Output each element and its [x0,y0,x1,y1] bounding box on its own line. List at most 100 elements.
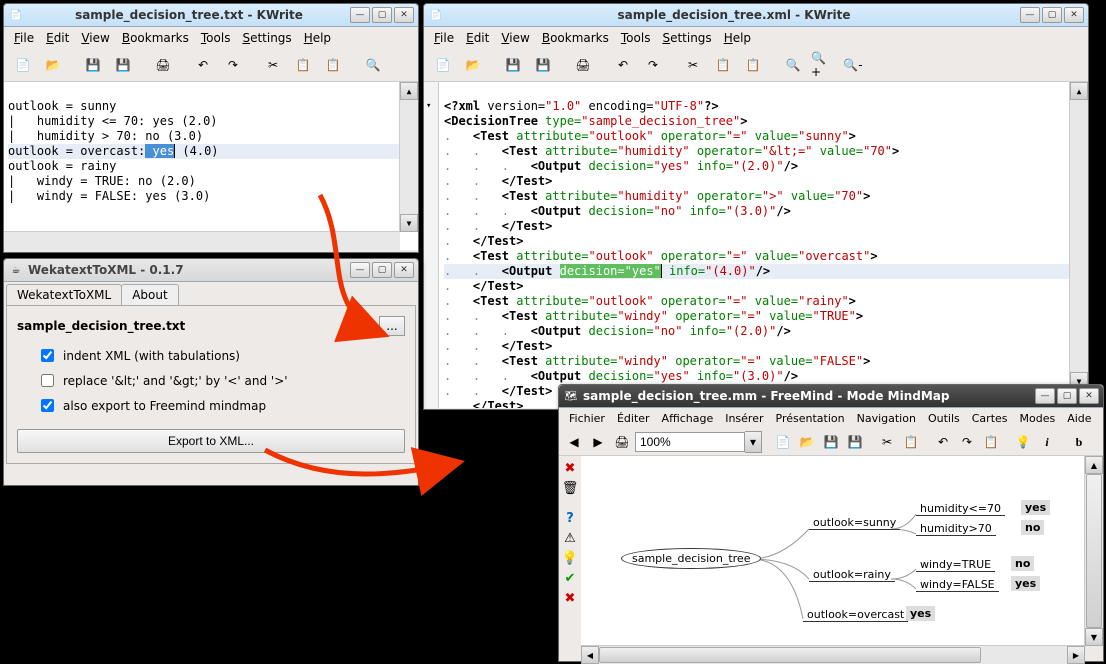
menu-outils[interactable]: Outils [922,410,966,427]
minimize-button[interactable]: — [1035,388,1055,404]
scroll-down-icon[interactable]: ▼ [1085,628,1103,646]
menu-presentation[interactable]: Présentation [770,410,851,427]
mindmap-node-windy-true[interactable]: windy=TRUE [916,558,995,572]
delete-icon[interactable]: ✖ [562,460,578,476]
print-icon[interactable]: 🖨 [570,52,596,78]
checkbox-replace[interactable] [41,374,54,387]
new-file-icon[interactable]: 📄 [430,52,456,78]
paste-icon[interactable]: 📋 [980,431,1002,453]
save-icon[interactable]: 💾 [820,431,842,453]
help-icon[interactable]: ? [562,510,578,526]
mindmap-leaf-yes[interactable]: yes [1021,500,1050,515]
zoom-input[interactable] [635,432,745,452]
mindmap-node-rainy[interactable]: outlook=rainy [809,568,895,582]
mindmap-node-humidity-le70[interactable]: humidity<=70 [916,502,1005,516]
kwrite-txt-editor[interactable]: outlook = sunny | humidity <= 70: yes (2… [4,82,418,250]
undo-icon[interactable]: ↶ [610,52,636,78]
nav-prev-icon[interactable]: ◀ [563,431,585,453]
maximize-button[interactable]: ▢ [1057,388,1077,404]
redo-icon[interactable]: ↷ [956,431,978,453]
option-freemind[interactable]: also export to Freemind mindmap [37,396,405,415]
menu-help[interactable]: Help [718,29,757,47]
freemind-titlebar[interactable]: 🗺 sample_decision_tree.mm - FreeMind - M… [559,385,1103,408]
paste-icon[interactable]: 📋 [740,52,766,78]
cut-icon[interactable]: ✂ [680,52,706,78]
mindmap-canvas[interactable]: sample_decision_tree outlook=sunny outlo… [581,456,1085,646]
converter-titlebar[interactable]: ☕ WekatextToXML - 0.1.7 — ▢ ✕ [4,259,418,282]
redo-icon[interactable]: ↷ [640,52,666,78]
check-icon[interactable]: ✔ [562,570,578,586]
print-icon[interactable]: 🖨 [150,52,176,78]
menu-settings[interactable]: Settings [656,29,717,47]
menu-inserer[interactable]: Insérer [719,410,769,427]
kwrite-xml-titlebar[interactable]: 📄 sample_decision_tree.xml - KWrite — ▢ … [424,4,1088,27]
maximize-button[interactable]: ▢ [1042,7,1062,23]
menu-view[interactable]: View [75,29,115,47]
scrollbar-vertical[interactable]: ▲ ▼ [1084,456,1103,646]
scroll-thumb[interactable] [1086,474,1102,628]
cut-icon[interactable]: ✂ [260,52,286,78]
menu-tools[interactable]: Tools [195,29,237,47]
scrollbar-vertical[interactable]: ▲ ▼ [399,82,418,232]
paste-icon[interactable]: 📋 [320,52,346,78]
minimize-button[interactable]: — [350,262,370,278]
copy-icon[interactable]: 📋 [290,52,316,78]
mindmap-leaf-no[interactable]: no [1021,520,1044,535]
menu-modes[interactable]: Modes [1014,410,1062,427]
save-as-icon[interactable]: 💾 [844,431,866,453]
italic-icon[interactable]: i [1036,431,1058,453]
print-icon[interactable]: 🖨 [611,431,633,453]
menu-help[interactable]: Help [298,29,337,47]
mindmap-leaf-yes[interactable]: yes [906,606,935,621]
mindmap-leaf-no[interactable]: no [1011,556,1034,571]
scroll-up-icon[interactable]: ▲ [1070,82,1088,100]
idea-icon[interactable]: 💡 [562,550,578,566]
open-file-icon[interactable]: 📂 [460,52,486,78]
scrollbar-vertical[interactable]: ▲ ▼ [1069,82,1088,390]
menu-aide[interactable]: Aide [1061,410,1097,427]
save-icon[interactable]: 💾 [500,52,526,78]
mindmap-leaf-yes[interactable]: yes [1011,576,1040,591]
mindmap-node-humidity-gt70[interactable]: humidity>70 [916,522,996,536]
mindmap-root[interactable]: sample_decision_tree [621,548,761,569]
menu-bookmarks[interactable]: Bookmarks [116,29,195,47]
scroll-down-icon[interactable]: ▼ [400,214,418,232]
nav-next-icon[interactable]: ▶ [587,431,609,453]
close-button[interactable]: ✕ [1064,7,1084,23]
warning-icon[interactable]: ⚠ [562,530,578,546]
minimize-button[interactable]: — [1020,7,1040,23]
scroll-right-icon[interactable]: ▶ [1067,646,1085,664]
menu-fichier[interactable]: Fichier [563,410,611,427]
undo-icon[interactable]: ↶ [932,431,954,453]
kwrite-txt-titlebar[interactable]: 📄 sample_decision_tree.txt - KWrite — ▢ … [4,4,418,27]
scrollbar-horizontal[interactable]: ◀ ▶ [581,645,1085,664]
save-as-icon[interactable]: 💾 [530,52,556,78]
maximize-button[interactable]: ▢ [372,262,392,278]
find-icon[interactable]: 🔍 [780,52,806,78]
export-button[interactable]: Export to XML... [17,429,405,453]
checkbox-indent[interactable] [41,349,54,362]
mindmap-node-windy-false[interactable]: windy=FALSE [916,578,999,592]
maximize-button[interactable]: ▢ [372,7,392,23]
cross-icon[interactable]: ✖ [562,590,578,606]
menu-edit[interactable]: Edit [460,29,495,47]
zoom-dropdown-icon[interactable]: ▾ [745,431,762,453]
copy-icon[interactable]: 📋 [710,52,736,78]
minimize-button[interactable]: — [350,7,370,23]
menu-settings[interactable]: Settings [236,29,297,47]
checkbox-freemind[interactable] [41,399,54,412]
scrollbar-horizontal[interactable]: ◀ ▶ [4,231,400,250]
menu-cartes[interactable]: Cartes [966,410,1014,427]
save-as-icon[interactable]: 💾 [110,52,136,78]
save-icon[interactable]: 💾 [80,52,106,78]
undo-icon[interactable]: ↶ [190,52,216,78]
menu-bookmarks[interactable]: Bookmarks [536,29,615,47]
kwrite-xml-editor[interactable]: <?xml version="1.0" encoding="UTF-8"?> <… [424,82,1088,408]
menu-tools[interactable]: Tools [615,29,657,47]
menu-editer[interactable]: Éditer [611,410,656,427]
bold-icon[interactable]: b [1068,431,1090,453]
scroll-up-icon[interactable]: ▲ [400,82,418,100]
close-button[interactable]: ✕ [394,7,414,23]
menu-edit[interactable]: Edit [40,29,75,47]
fold-marker-icon[interactable]: ▾ [426,99,431,114]
